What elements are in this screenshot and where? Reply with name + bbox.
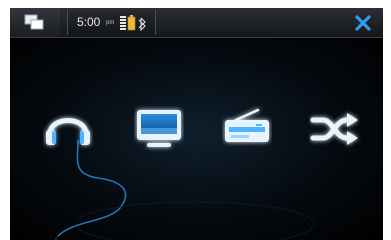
home-screen xyxy=(10,38,383,240)
close-icon xyxy=(355,15,371,31)
task-switcher-icon xyxy=(24,14,44,30)
shuffle-icon xyxy=(310,113,358,145)
radio-icon xyxy=(225,108,269,142)
headphones-icon xyxy=(46,118,90,145)
battery-icon xyxy=(127,15,136,31)
close-button[interactable] xyxy=(343,8,383,37)
task-switcher-button[interactable] xyxy=(10,8,60,37)
signal-icon xyxy=(120,16,126,30)
app-music-player[interactable] xyxy=(43,104,93,152)
bluetooth-icon xyxy=(138,17,146,32)
clock-ampm: pm xyxy=(106,20,115,26)
status-icons xyxy=(120,15,146,32)
clock: 5:00 xyxy=(77,15,101,29)
device-screen: 5:00 pm xyxy=(10,8,383,240)
app-radio[interactable] xyxy=(222,106,272,152)
app-shuffle[interactable] xyxy=(309,106,361,152)
status-area[interactable]: 5:00 pm xyxy=(67,10,156,35)
status-bar: 5:00 pm xyxy=(10,8,383,38)
app-video-player[interactable] xyxy=(134,104,184,152)
monitor-icon xyxy=(137,110,181,147)
